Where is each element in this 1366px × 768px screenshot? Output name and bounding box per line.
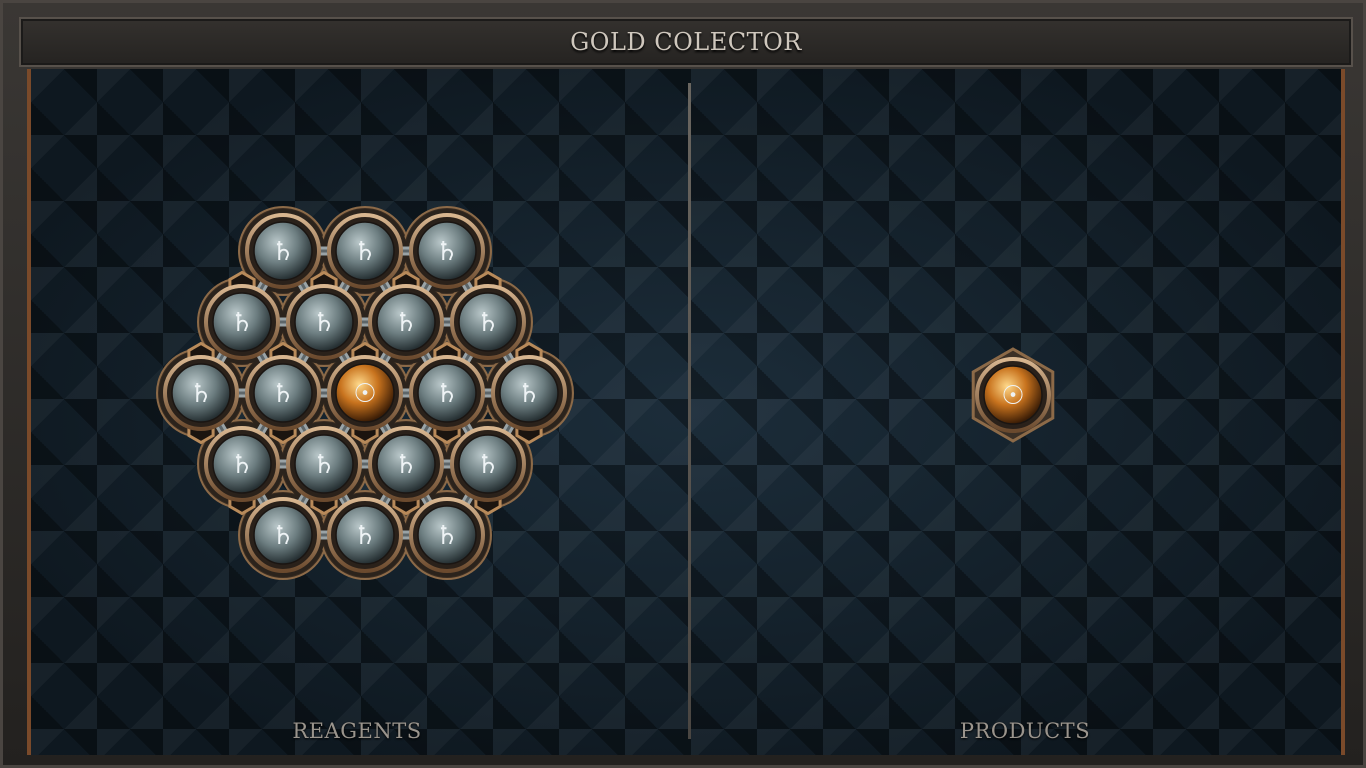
gold-symbol: ☉ <box>1001 381 1024 411</box>
product-molecule[interactable]: ☉ <box>31 69 1345 755</box>
products-label: PRODUCTS <box>959 719 1091 743</box>
title-bar: GOLD COLECTOR <box>19 17 1353 67</box>
workspace-board: ♄ ♄ ♄ ♄ ♄ ♄ ♄ ♄ ♄ ☉ ♄ ♄ ♄ ♄ ♄ ♄ ♄ ♄ ♄ ☉ REAGENTS PRODUCTS <box>27 69 1345 755</box>
reagents-label: REAGENTS <box>292 719 422 743</box>
gold-atom[interactable]: ☉ <box>975 357 1051 433</box>
window-frame: GOLD COLECTOR ♄ ♄ ♄ ♄ ♄ ♄ ♄ ♄ ♄ ☉ ♄ ♄ ♄ ♄ ♄ ♄ ♄ ♄ ♄ ☉ REAG… <box>0 0 1366 768</box>
product-atom-holder: ☉ <box>971 347 1055 443</box>
page-title: GOLD COLECTOR <box>570 28 802 56</box>
